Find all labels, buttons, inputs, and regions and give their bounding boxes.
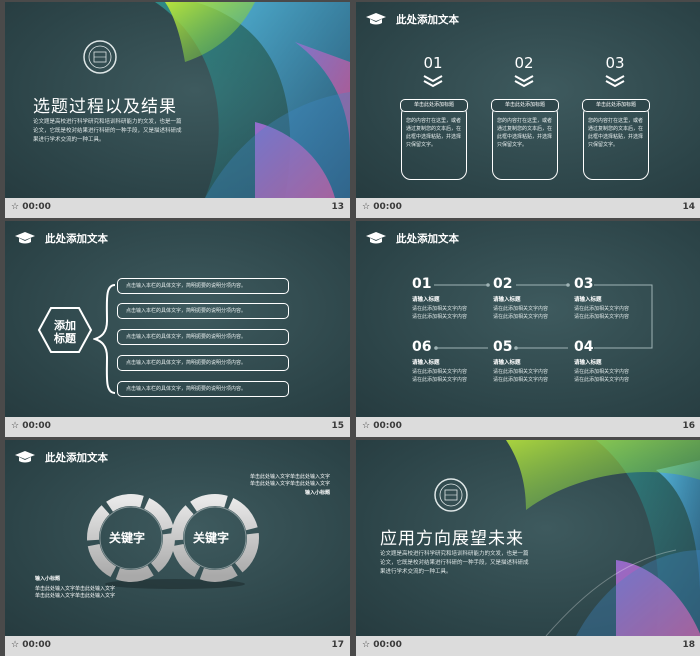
process-title: 请输入标题	[574, 297, 602, 303]
clock-icon: ☆	[11, 421, 20, 431]
slide-16-thumbnail[interactable]: 此处添加文本 01 请输入标题 请在此添加相关文字内容请在此添加相关文字内容 0…	[356, 221, 700, 437]
process-description: 请在此添加相关文字内容请在此添加相关文字内容	[574, 306, 630, 320]
clock-icon: ☆	[11, 640, 20, 650]
slide-14-time: ☆ 00:00	[362, 202, 402, 212]
step-card-03: 单击此处添加标题 您的内容打在这里，或者通过复制您的文本后，在此框中选择粘贴，并…	[582, 99, 650, 180]
slide-16-time: ☆ 00:00	[362, 421, 402, 431]
slide-13-thumbnail[interactable]: 选题过程以及结果 论文题是高校进行科学研究和培训科研能力的文发，也是一篇论文，它…	[5, 2, 350, 218]
slide-17-canvas: 此处添加文本 关键字 关键字 单击此处输入文字单击此处输入文字 单击此处输入文字…	[5, 440, 350, 636]
process-description: 请在此添加相关文字内容请在此添加相关文字内容	[574, 369, 630, 383]
list-item: 点击输入本栏的具体文字，简明扼要的说明分项内容。	[117, 329, 289, 345]
note-right: 单击此处输入文字单击此处输入文字 单击此处输入文字单击此处输入文字 输入小标题	[249, 474, 330, 496]
slide-17-time: ☆ 00:00	[11, 640, 51, 650]
slide-13-time: ☆ 00:00	[11, 202, 51, 212]
chevron-down-icon	[514, 75, 534, 88]
list-item: 点击输入本栏的具体文字，简明扼要的说明分项内容。	[117, 303, 289, 319]
note-left: 输入小标题 单击此处输入文字单击此处输入文字 单击此处输入文字单击此处输入文字	[35, 576, 116, 599]
slide-15-number: 15	[331, 421, 344, 431]
step-card-body: 您的内容打在这里，或者通过复制您的文本后，在此框中选择粘贴，并选择只保留文字。	[406, 118, 462, 148]
process-title: 请输入标题	[574, 360, 602, 366]
step-card-title: 单击此处添加标题	[491, 99, 559, 112]
step-03: 03	[582, 54, 648, 88]
slide-15-time: ☆ 00:00	[11, 421, 51, 431]
list-item: 点击输入本栏的具体文字，简明扼要的说明分项内容。	[117, 381, 289, 397]
step-01: 01	[400, 54, 466, 88]
slide-15-heading: 此处添加文本	[45, 233, 108, 245]
slide-18-time: ☆ 00:00	[362, 640, 402, 650]
slide-17-number: 17	[331, 640, 344, 650]
clock-icon: ☆	[362, 202, 371, 212]
slide-16-canvas: 此处添加文本 01 请输入标题 请在此添加相关文字内容请在此添加相关文字内容 0…	[356, 221, 700, 417]
step-02: 02	[491, 54, 557, 88]
slide-14-heading: 此处添加文本	[396, 14, 459, 26]
center-title: 添加 标题	[54, 319, 76, 345]
slide-13-footer: ☆ 00:00 13	[5, 198, 350, 218]
slide-15-canvas: 此处添加文本 添加 标题 点击输入本栏的具体文字，简明扼要的说明分项内容。 点击…	[5, 221, 350, 417]
step-card-title: 单击此处添加标题	[582, 99, 650, 112]
process-number: 03	[574, 276, 594, 292]
step-card-title: 单击此处添加标题	[400, 99, 468, 112]
chevron-down-icon	[423, 75, 443, 88]
list-item: 点击输入本栏的具体文字，简明扼要的说明分项内容。	[117, 278, 289, 294]
process-title: 请输入标题	[412, 297, 440, 303]
process-description: 请在此添加相关文字内容请在此添加相关文字内容	[493, 306, 549, 320]
graduation-cap-icon	[366, 13, 386, 25]
slide-13-number: 13	[331, 202, 344, 212]
slide-18-thumbnail[interactable]: 应用方向展望未来 论文题是高校进行科学研究和培训科研能力的文发，也是一篇论文，它…	[356, 440, 700, 656]
slide-18-number: 18	[682, 640, 695, 650]
process-number: 01	[412, 276, 432, 292]
process-number: 02	[493, 276, 513, 292]
slide-15-thumbnail[interactable]: 此处添加文本 添加 标题 点击输入本栏的具体文字，简明扼要的说明分项内容。 点击…	[5, 221, 350, 437]
slide-16-footer: ☆ 00:00 16	[356, 417, 700, 437]
clock-icon: ☆	[362, 640, 371, 650]
slide-17-footer: ☆ 00:00 17	[5, 636, 350, 656]
clock-icon: ☆	[11, 202, 20, 212]
slide-15-footer: ☆ 00:00 15	[5, 417, 350, 437]
step-card-body: 您的内容打在这里，或者通过复制您的文本后，在此框中选择粘贴，并选择只保留文字。	[588, 118, 644, 148]
slide-17-thumbnail[interactable]: 此处添加文本 关键字 关键字 单击此处输入文字单击此处输入文字 单击此处输入文字…	[5, 440, 350, 656]
graduation-cap-icon	[15, 451, 35, 463]
slide-14-footer: ☆ 00:00 14	[356, 198, 700, 218]
step-number: 01	[423, 54, 443, 72]
step-number: 02	[514, 54, 534, 72]
university-emblem	[83, 40, 117, 74]
process-description: 请在此添加相关文字内容请在此添加相关文字内容	[412, 306, 468, 320]
step-card-body: 您的内容打在这里，或者通过复制您的文本后，在此框中选择粘贴，并选择只保留文字。	[497, 118, 553, 148]
keyword-right: 关键字	[193, 531, 230, 545]
process-description: 请在此添加相关文字内容请在此添加相关文字内容	[493, 369, 549, 383]
process-number: 06	[412, 339, 432, 355]
slide-18-footer: ☆ 00:00 18	[356, 636, 700, 656]
slide-18-paragraph: 论文题是高校进行科学研究和培训科研能力的文发，也是一篇论文，它既是校对结果进行科…	[380, 551, 529, 575]
process-number: 04	[574, 339, 594, 355]
keyword-left: 关键字	[109, 531, 146, 545]
slide-14-number: 14	[682, 202, 695, 212]
university-emblem	[434, 478, 468, 512]
list-item: 点击输入本栏的具体文字，简明扼要的说明分项内容。	[117, 355, 289, 371]
slide-14-canvas: 此处添加文本 01 02 03 单击此处添加标题 您的内容打在这里，或者通过复制…	[356, 2, 700, 198]
slide-16-number: 16	[682, 421, 695, 431]
process-title: 请输入标题	[493, 297, 521, 303]
process-description: 请在此添加相关文字内容请在此添加相关文字内容	[412, 369, 468, 383]
process-number: 05	[493, 339, 513, 355]
step-card-01: 单击此处添加标题 您的内容打在这里，或者通过复制您的文本后，在此框中选择粘贴，并…	[400, 99, 468, 180]
slide-17-heading: 此处添加文本	[45, 452, 108, 464]
slide-13-paragraph: 论文题是高校进行科学研究和培训科研能力的文发，也是一篇论文，它既是校对结果进行科…	[33, 119, 182, 143]
process-title: 请输入标题	[412, 360, 440, 366]
brace-connector	[93, 284, 116, 394]
clock-icon: ☆	[362, 421, 371, 431]
slide-18-title: 应用方向展望未来	[380, 529, 524, 549]
slide-14-thumbnail[interactable]: 此处添加文本 01 02 03 单击此处添加标题 您的内容打在这里，或者通过复制…	[356, 2, 700, 218]
slide-18-canvas: 应用方向展望未来 论文题是高校进行科学研究和培训科研能力的文发，也是一篇论文，它…	[356, 440, 700, 636]
step-card-02: 单击此处添加标题 您的内容打在这里，或者通过复制您的文本后，在此框中选择粘贴，并…	[491, 99, 559, 180]
slide-13-canvas: 选题过程以及结果 论文题是高校进行科学研究和培训科研能力的文发，也是一篇论文，它…	[5, 2, 350, 198]
chevron-down-icon	[605, 75, 625, 88]
slide-13-title: 选题过程以及结果	[33, 97, 177, 117]
graduation-cap-icon	[15, 232, 35, 244]
process-title: 请输入标题	[493, 360, 521, 366]
step-number: 03	[605, 54, 625, 72]
